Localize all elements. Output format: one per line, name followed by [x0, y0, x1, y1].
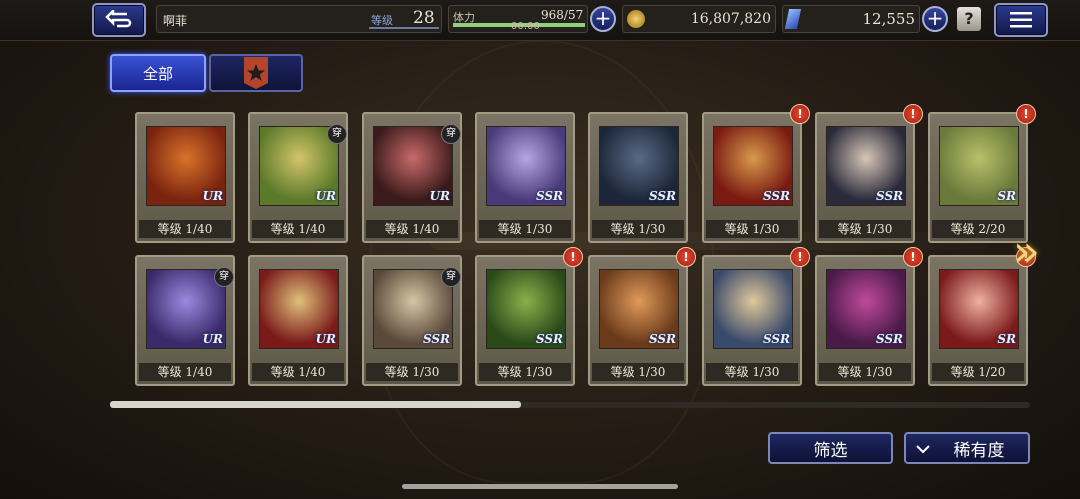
rarity-tag: UR [429, 189, 450, 203]
card-level-label: 等级 1/30 [592, 363, 684, 381]
filter-button[interactable]: 筛选 [768, 432, 893, 464]
next-page-arrow-icon[interactable]: » [1013, 228, 1047, 276]
alert-icon: ! [676, 247, 696, 267]
level-label: 等级 [371, 14, 393, 27]
back-arrow-icon [105, 10, 132, 28]
character-card[interactable]: SSR 等级 1/30 [475, 255, 575, 386]
gem-panel: 12,555 [782, 5, 920, 33]
card-level-label: 等级 1/30 [479, 363, 571, 381]
gold-value: 16,807,820 [690, 11, 771, 27]
card-level-label: 等级 1/40 [139, 220, 231, 238]
player-info-panel: 啊菲 等级 28 [156, 5, 442, 33]
character-card[interactable]: UR 等级 1/40 穿 [135, 255, 235, 386]
stamina-value: 968/57 [541, 8, 584, 22]
card-level-label: 等级 1/30 [819, 220, 911, 238]
stamina-add-button[interactable]: + [590, 6, 616, 32]
rarity-tag: SSR [762, 332, 790, 346]
rarity-tag: UR [202, 189, 223, 203]
alert-icon: ! [1016, 104, 1036, 124]
equipped-badge-icon: 穿 [327, 124, 347, 144]
card-level-label: 等级 1/40 [252, 220, 344, 238]
rarity-tag: SSR [422, 332, 450, 346]
gem-value: 12,555 [862, 10, 916, 28]
character-card[interactable]: SR 等级 2/20 [928, 112, 1028, 243]
equipped-badge-icon: 穿 [214, 267, 234, 287]
rarity-tag: SSR [875, 332, 903, 346]
rarity-tag: SR [997, 189, 1016, 203]
character-card[interactable]: UR 等级 1/40 穿 [362, 112, 462, 243]
player-name: 啊菲 [163, 14, 188, 28]
horizontal-scrollbar-thumb[interactable] [110, 401, 521, 408]
tab-all[interactable]: 全部 [110, 54, 206, 92]
stamina-timer: 00:00 [511, 21, 540, 32]
card-level-label: 等级 1/20 [932, 363, 1024, 381]
equipped-badge-icon: 穿 [441, 124, 461, 144]
gem-crystal-icon [784, 9, 802, 29]
rarity-tag: UR [315, 332, 336, 346]
alert-icon: ! [790, 247, 810, 267]
alert-icon: ! [790, 104, 810, 124]
card-level-label: 等级 1/40 [366, 220, 458, 238]
tab-all-label: 全部 [142, 64, 173, 83]
character-card[interactable]: SSR 等级 1/30 [815, 112, 915, 243]
rarity-tag: SR [997, 332, 1016, 346]
card-level-label: 等级 1/30 [706, 363, 798, 381]
character-card[interactable]: SSR 等级 1/30 [815, 255, 915, 386]
rarity-tag: SSR [875, 189, 903, 203]
star-banner-icon [244, 57, 268, 89]
rarity-tag: SSR [648, 189, 676, 203]
character-card[interactable]: SSR 等级 1/30 [588, 112, 688, 243]
character-card[interactable]: SSR 等级 1/30 [702, 255, 802, 386]
rarity-tag: SSR [762, 189, 790, 203]
home-indicator [402, 484, 678, 489]
tab-emblem-filter[interactable] [209, 54, 303, 92]
character-card[interactable]: SSR 等级 1/30 [475, 112, 575, 243]
character-card[interactable]: SSR 等级 1/30 [588, 255, 688, 386]
rarity-tag: UR [202, 332, 223, 346]
gold-panel: 16,807,820 [622, 5, 776, 33]
sort-rarity-label: 稀有度 [953, 440, 1005, 461]
card-level-label: 等级 1/40 [139, 363, 231, 381]
card-level-label: 等级 1/30 [479, 220, 571, 238]
card-level-label: 等级 1/30 [592, 220, 684, 238]
character-card[interactable]: SSR 等级 1/30 [702, 112, 802, 243]
stamina-panel: 体力 968/57 00:00 [448, 5, 588, 33]
level-value: 28 [413, 8, 435, 28]
gold-coin-icon [627, 10, 645, 28]
back-button[interactable] [92, 3, 146, 37]
equipped-badge-icon: 穿 [441, 267, 461, 287]
rarity-tag: SSR [535, 189, 563, 203]
help-button[interactable]: ? [957, 7, 981, 31]
alert-icon: ! [903, 104, 923, 124]
alert-icon: ! [563, 247, 583, 267]
hamburger-menu-icon [1010, 12, 1032, 28]
alert-icon: ! [903, 247, 923, 267]
help-icon: ? [964, 9, 974, 28]
rarity-tag: UR [315, 189, 336, 203]
exp-bar [369, 27, 439, 29]
sort-rarity-button[interactable]: 稀有度 [904, 432, 1030, 464]
character-card[interactable]: UR 等级 1/40 [248, 255, 348, 386]
gem-add-button[interactable]: + [922, 6, 948, 32]
menu-button[interactable] [994, 3, 1048, 37]
card-level-label: 等级 1/30 [366, 363, 458, 381]
card-level-label: 等级 1/30 [706, 220, 798, 238]
card-level-label: 等级 1/40 [252, 363, 344, 381]
chevron-down-icon [916, 445, 930, 454]
character-card[interactable]: UR 等级 1/40 穿 [248, 112, 348, 243]
character-card[interactable]: UR 等级 1/40 [135, 112, 235, 243]
filter-button-label: 筛选 [813, 440, 848, 461]
character-card[interactable]: SSR 等级 1/30 穿 [362, 255, 462, 386]
card-level-label: 等级 1/30 [819, 363, 911, 381]
rarity-tag: SSR [648, 332, 676, 346]
card-level-label: 等级 2/20 [932, 220, 1024, 238]
rarity-tag: SSR [535, 332, 563, 346]
